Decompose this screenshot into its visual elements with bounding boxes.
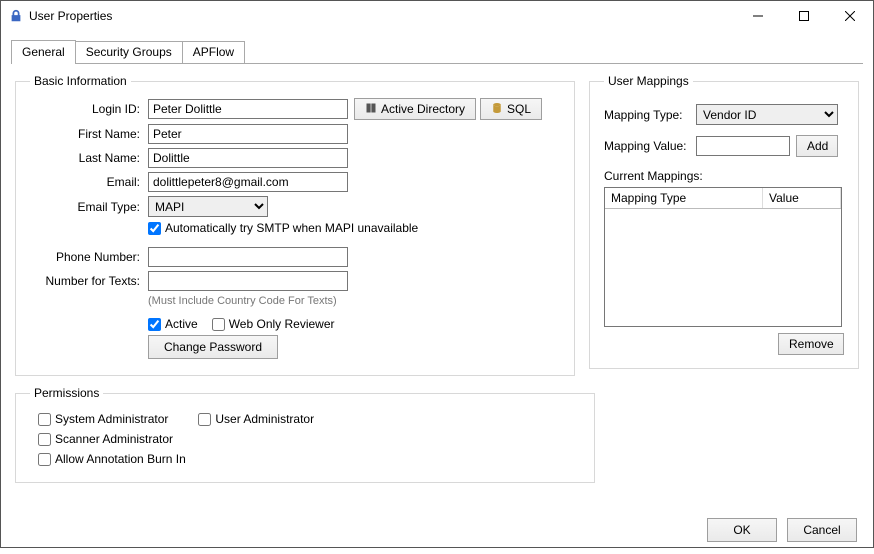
texts-note: (Must Include Country Code For Texts)	[148, 295, 337, 307]
first-name-label: First Name:	[30, 127, 148, 141]
texts-input[interactable]	[148, 271, 348, 291]
mappings-col-type[interactable]: Mapping Type	[605, 188, 763, 208]
ok-button[interactable]: OK	[707, 518, 777, 542]
minimize-button[interactable]	[735, 1, 781, 31]
dialog-footer: OK Cancel	[707, 518, 857, 542]
useradmin-checkbox[interactable]: User Administrator	[198, 412, 314, 426]
last-name-input[interactable]	[148, 148, 348, 168]
mapping-value-input[interactable]	[696, 136, 790, 156]
email-type-label: Email Type:	[30, 200, 148, 214]
tab-general[interactable]: General	[11, 40, 76, 64]
tab-apflow[interactable]: APFlow	[182, 41, 245, 63]
current-mappings-label: Current Mappings:	[604, 169, 844, 183]
scanadmin-checkbox[interactable]: Scanner Administrator	[38, 432, 580, 446]
active-label: Active	[165, 317, 198, 331]
current-mappings-table[interactable]: Mapping Type Value	[604, 187, 842, 327]
smtp-fallback-checkbox[interactable]: Automatically try SMTP when MAPI unavail…	[148, 221, 418, 235]
database-icon	[491, 102, 503, 117]
close-button[interactable]	[827, 1, 873, 31]
smtp-fallback-input[interactable]	[148, 222, 161, 235]
mapping-type-label: Mapping Type:	[604, 108, 696, 122]
basic-information-legend: Basic Information	[30, 74, 131, 88]
web-only-label: Web Only Reviewer	[229, 317, 335, 331]
remove-mapping-button[interactable]: Remove	[778, 333, 844, 355]
first-name-input[interactable]	[148, 124, 348, 144]
sql-button[interactable]: SQL	[480, 98, 542, 120]
burn-checkbox[interactable]: Allow Annotation Burn In	[38, 452, 580, 466]
user-mappings-group: User Mappings Mapping Type: Vendor ID Ma…	[589, 74, 859, 369]
texts-label: Number for Texts:	[30, 274, 148, 288]
sysadmin-label: System Administrator	[55, 412, 168, 426]
permissions-legend: Permissions	[30, 386, 103, 400]
email-input[interactable]	[148, 172, 348, 192]
cancel-button[interactable]: Cancel	[787, 518, 857, 542]
burn-label: Allow Annotation Burn In	[55, 452, 186, 466]
login-id-label: Login ID:	[30, 102, 148, 116]
permissions-group: Permissions System Administrator User Ad…	[15, 386, 595, 483]
lock-icon	[9, 9, 23, 23]
email-type-select[interactable]: MAPI	[148, 196, 268, 217]
useradmin-label: User Administrator	[215, 412, 314, 426]
sql-label: SQL	[507, 102, 531, 116]
maximize-button[interactable]	[781, 1, 827, 31]
window-title: User Properties	[29, 9, 112, 23]
tab-security-groups[interactable]: Security Groups	[75, 41, 183, 63]
mappings-col-value[interactable]: Value	[763, 188, 841, 208]
title-bar: User Properties	[1, 1, 873, 31]
web-only-input[interactable]	[212, 318, 225, 331]
active-directory-button[interactable]: Active Directory	[354, 98, 476, 120]
tab-strip: General Security Groups APFlow	[11, 39, 863, 64]
login-id-input[interactable]	[148, 99, 348, 119]
change-password-button[interactable]: Change Password	[148, 335, 278, 359]
useradmin-input[interactable]	[198, 413, 211, 426]
basic-information-group: Basic Information Login ID: Active Direc…	[15, 74, 575, 376]
active-directory-label: Active Directory	[381, 102, 465, 116]
last-name-label: Last Name:	[30, 151, 148, 165]
mapping-value-label: Mapping Value:	[604, 139, 696, 153]
active-checkbox[interactable]: Active	[148, 317, 198, 331]
user-mappings-legend: User Mappings	[604, 74, 693, 88]
web-only-checkbox[interactable]: Web Only Reviewer	[212, 317, 335, 331]
book-icon	[365, 102, 377, 117]
smtp-fallback-label: Automatically try SMTP when MAPI unavail…	[165, 221, 418, 235]
mapping-type-select[interactable]: Vendor ID	[696, 104, 838, 125]
active-input[interactable]	[148, 318, 161, 331]
scanadmin-input[interactable]	[38, 433, 51, 446]
scanadmin-label: Scanner Administrator	[55, 432, 173, 446]
add-mapping-button[interactable]: Add	[796, 135, 838, 157]
burn-input[interactable]	[38, 453, 51, 466]
email-label: Email:	[30, 175, 148, 189]
phone-label: Phone Number:	[30, 250, 148, 264]
sysadmin-checkbox[interactable]: System Administrator	[38, 412, 168, 426]
phone-input[interactable]	[148, 247, 348, 267]
sysadmin-input[interactable]	[38, 413, 51, 426]
